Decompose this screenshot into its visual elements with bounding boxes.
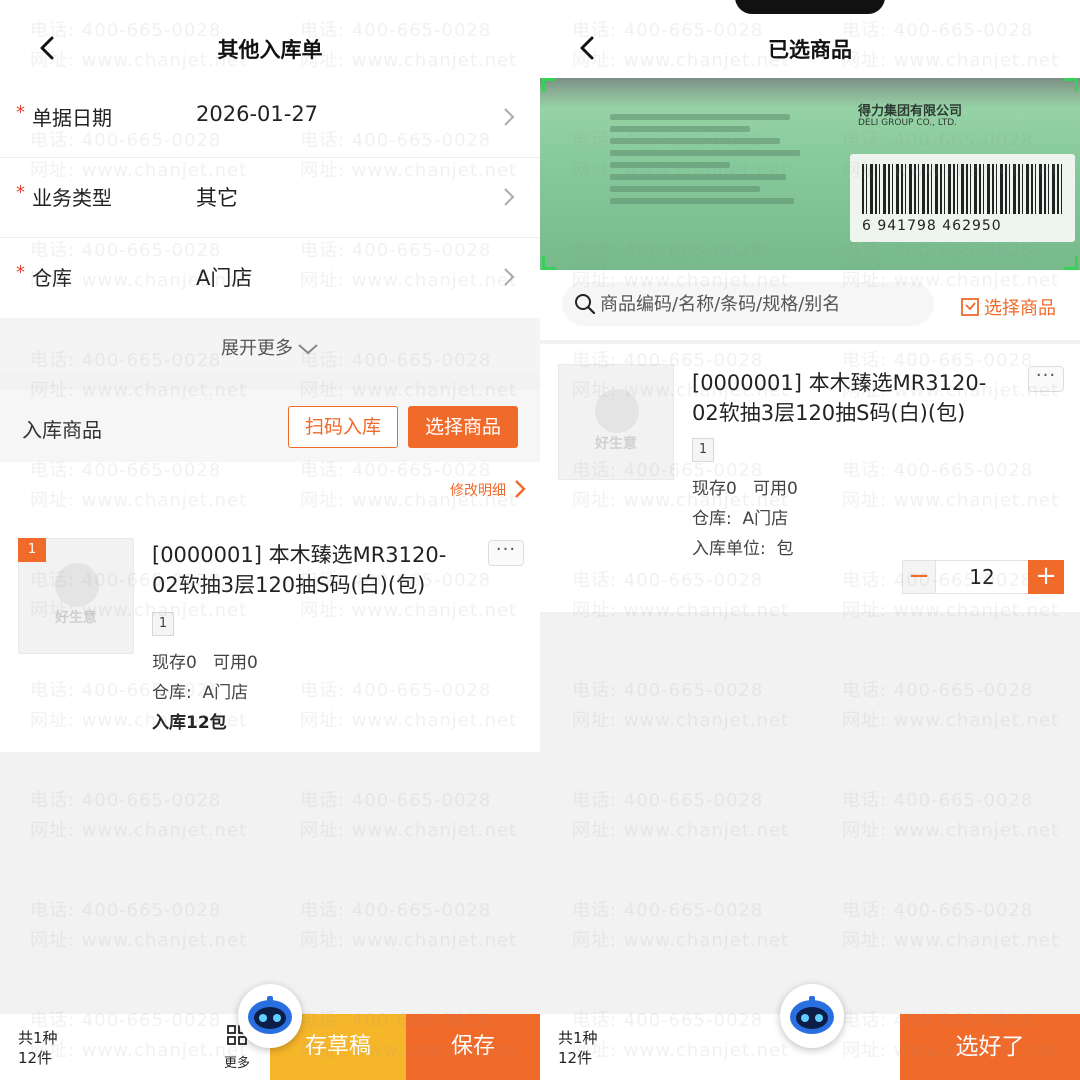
scan-frame-corner <box>1064 256 1078 270</box>
item-warehouse: 仓库: A门店 <box>692 509 789 529</box>
total-kinds: 共1种 <box>18 1029 58 1047</box>
item-stock: 现存0 可用0 <box>692 479 798 499</box>
page-title: 其他入库单 <box>217 38 323 62</box>
goods-section-title: 入库商品 <box>22 418 102 442</box>
chevron-right-icon <box>504 268 515 286</box>
page-title: 已选商品 <box>768 38 852 62</box>
thumbnail-brand: 好生意 <box>595 436 637 452</box>
item-more-button[interactable]: ··· <box>1028 366 1064 392</box>
save-button[interactable]: 保存 <box>406 1014 540 1080</box>
form-row-warehouse[interactable]: * 仓库 A门店 <box>0 238 540 318</box>
scan-inbound-button[interactable]: 扫码入库 <box>288 406 398 448</box>
item-inbound-qty: 入库12包 <box>152 713 227 733</box>
package-print <box>610 108 810 210</box>
placeholder-logo-icon <box>55 563 99 607</box>
chevron-right-icon <box>515 480 526 498</box>
edit-detail-link[interactable]: 修改明细 <box>450 480 506 500</box>
item-name-line2: 02软抽3层120抽S码(白)(包) <box>692 401 966 425</box>
barcode-number: 6 941798 462950 <box>862 218 1002 234</box>
header: 其他入库单 <box>0 0 540 78</box>
done-button[interactable]: 选好了 <box>900 1014 1080 1080</box>
decrease-button[interactable]: − <box>902 560 936 594</box>
inbound-order-screen: 其他入库单 * 单据日期 2026-01-27 * 业务类型 其它 * 仓库 A… <box>0 0 540 1080</box>
item-tag: 1 <box>692 438 714 462</box>
camera-notch <box>735 0 885 14</box>
search-box[interactable] <box>562 282 934 326</box>
warehouse-label: 仓库 <box>32 266 72 290</box>
expand-more-text: 展开更多 <box>221 338 293 359</box>
warehouse-value[interactable]: A门店 <box>196 262 252 292</box>
package-company-en: DELI GROUP CO., LTD. <box>858 118 957 128</box>
search-input[interactable] <box>600 290 920 318</box>
barcode-scanner-view[interactable]: 得力集团有限公司 DELI GROUP CO., LTD. 6 941798 4… <box>540 78 1080 270</box>
chevron-right-icon <box>504 108 515 126</box>
totals: 共1种 12件 <box>18 1028 58 1068</box>
scan-frame-corner <box>1064 78 1078 92</box>
item-name-line2: 02软抽3层120抽S码(白)(包) <box>152 573 426 597</box>
search-bar: 选择商品 <box>540 270 1080 340</box>
totals: 共1种 12件 <box>558 1028 598 1068</box>
assistant-robot-icon[interactable] <box>780 984 844 1048</box>
expand-more-toggle[interactable]: 展开更多 <box>0 318 540 374</box>
form-row-business-type[interactable]: * 业务类型 其它 <box>0 158 540 238</box>
barcode: 6 941798 462950 <box>850 154 1075 242</box>
required-mark: * <box>16 102 25 123</box>
selected-item-card[interactable]: 好生意 [0000001] 本木臻选MR3120- 02软抽3层120抽S码(白… <box>540 344 1080 612</box>
total-count: 12件 <box>558 1049 593 1067</box>
select-goods-link[interactable]: 选择商品 <box>960 294 1056 320</box>
quantity-stepper: − 12 + <box>902 560 1064 594</box>
business-type-label: 业务类型 <box>32 186 112 210</box>
item-more-button[interactable]: ··· <box>488 540 524 566</box>
increase-button[interactable]: + <box>1028 560 1064 594</box>
package-edge <box>540 78 1080 108</box>
select-goods-button[interactable]: 选择商品 <box>408 406 518 448</box>
required-mark: * <box>16 182 25 203</box>
date-value[interactable]: 2026-01-27 <box>196 102 318 126</box>
package-company: 得力集团有限公司 <box>858 104 963 119</box>
barcode-bars <box>862 164 1062 214</box>
select-goods-icon <box>961 298 979 316</box>
item-tag: 1 <box>152 612 174 636</box>
goods-item-card[interactable]: 好生意 1 [0000001] 本木臻选MR3120- 02软抽3层120抽S码… <box>0 512 540 752</box>
edit-detail-row: 修改明细 <box>0 462 540 512</box>
placeholder-logo-icon <box>595 389 639 433</box>
form-row-date[interactable]: * 单据日期 2026-01-27 <box>0 78 540 158</box>
item-warehouse: 仓库: A门店 <box>152 683 249 703</box>
quantity-input[interactable]: 12 <box>936 560 1028 594</box>
selected-goods-screen: 已选商品 得力集团有限公司 DELI GROUP CO., LTD. 6 941… <box>540 0 1080 1080</box>
more-label: 更多 <box>223 1056 250 1071</box>
assistant-robot-icon[interactable] <box>238 984 302 1048</box>
scan-frame-corner <box>542 256 556 270</box>
total-count: 12件 <box>18 1049 53 1067</box>
header: 已选商品 <box>540 0 1080 78</box>
item-stock: 现存0 可用0 <box>152 653 258 673</box>
chevron-right-icon <box>504 188 515 206</box>
scan-frame-corner <box>542 78 556 92</box>
expand-more-label: 展开更多 <box>221 334 319 360</box>
item-name-line1: [0000001] 本木臻选MR3120- <box>152 543 447 567</box>
search-icon <box>575 294 596 315</box>
total-kinds: 共1种 <box>558 1029 598 1047</box>
chevron-down-icon <box>298 344 318 355</box>
date-label: 单据日期 <box>32 106 112 130</box>
item-unit: 入库单位: 包 <box>692 539 794 559</box>
order-form: * 单据日期 2026-01-27 * 业务类型 其它 * 仓库 A门店 <box>0 78 540 318</box>
thumbnail-brand: 好生意 <box>55 610 97 626</box>
select-goods-label: 选择商品 <box>984 298 1056 319</box>
goods-section-header: 入库商品 扫码入库 选择商品 <box>0 390 540 462</box>
required-mark: * <box>16 262 25 283</box>
item-name-line1: [0000001] 本木臻选MR3120- <box>692 371 987 395</box>
item-index-badge: 1 <box>18 538 46 562</box>
product-thumbnail: 好生意 <box>558 364 674 480</box>
business-type-value[interactable]: 其它 <box>196 182 238 212</box>
